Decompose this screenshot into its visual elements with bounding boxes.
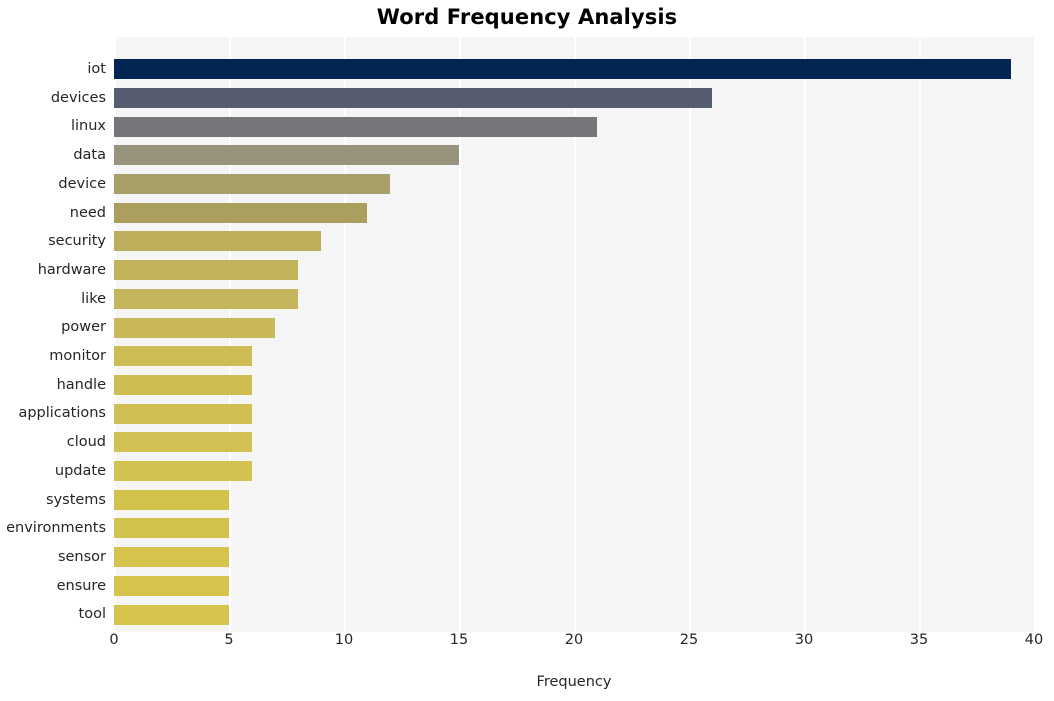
bar-update [114, 461, 252, 482]
y-axis-label-security: security [48, 233, 106, 250]
bar-row [114, 600, 1034, 629]
y-axis-label-devices: devices [50, 89, 106, 106]
y-axis-label-update: update [54, 462, 106, 479]
x-axis-tick-10: 10 [334, 632, 354, 648]
word-frequency-bar-chart: Word Frequency Analysis iot devices linux d… [0, 0, 1054, 701]
bar-sensor [114, 547, 229, 568]
bar-environments [114, 518, 229, 539]
bar-row [114, 342, 1034, 371]
bar-row [114, 428, 1034, 457]
bar-row [114, 84, 1034, 113]
y-axis-label-data: data [73, 147, 106, 164]
x-axis-title: Frequency [536, 674, 612, 690]
x-axis-tick-labels: 0 5 10 15 20 25 30 35 40 [109, 632, 1043, 658]
bar-row [114, 313, 1034, 342]
bar-iot [114, 59, 1011, 80]
y-axis-label-sensor: sensor [57, 548, 106, 565]
bar-row [114, 371, 1034, 400]
y-axis-label-ensure: ensure [56, 577, 106, 594]
bar-applications [114, 403, 252, 424]
y-axis-label-environments: environments [6, 520, 106, 537]
y-axis-label-applications: applications [18, 405, 106, 422]
bar-device [114, 174, 390, 195]
bar-linux [114, 116, 597, 137]
y-axis-label-device: device [58, 175, 106, 192]
x-axis-tick-5: 5 [224, 632, 234, 648]
bar-handle [114, 374, 252, 395]
x-axis-tick-25: 25 [679, 632, 699, 648]
bar-hardware [114, 260, 298, 281]
bar-tool [114, 604, 229, 625]
y-axis-label-handle: handle [56, 376, 106, 393]
bar-row [114, 514, 1034, 543]
x-axis-tick-40: 40 [1024, 632, 1044, 648]
bar-row [114, 227, 1034, 256]
y-axis-category-labels: iot devices linux data device need security har… [0, 37, 106, 632]
bar-row [114, 199, 1034, 228]
bar-row [114, 141, 1034, 170]
plot-area [114, 37, 1034, 632]
bar-row [114, 170, 1034, 199]
bar-row [114, 486, 1034, 515]
x-axis-tick-35: 35 [909, 632, 929, 648]
chart-title: Word Frequency Analysis [376, 5, 678, 29]
bar-systems [114, 489, 229, 510]
bar-row [114, 55, 1034, 84]
y-axis-label-hardware: hardware [37, 261, 106, 278]
bar-row [114, 112, 1034, 141]
y-axis-label-need: need [69, 204, 106, 221]
x-axis-tick-30: 30 [794, 632, 814, 648]
bar-ensure [114, 575, 229, 596]
bar-monitor [114, 346, 252, 367]
y-axis-label-linux: linux [70, 118, 106, 135]
bar-row [114, 572, 1034, 601]
y-axis-label-monitor: monitor [49, 348, 106, 364]
bar-need [114, 202, 367, 223]
y-axis-label-like: like [81, 290, 106, 307]
bar-like [114, 288, 298, 309]
x-axis-tick-0: 0 [109, 632, 119, 648]
x-axis-tick-15: 15 [449, 632, 469, 648]
bar-row [114, 457, 1034, 486]
y-axis-label-iot: iot [87, 61, 106, 77]
y-axis-label-power: power [61, 319, 106, 336]
bar-data [114, 145, 459, 166]
bar-power [114, 317, 275, 338]
bar-row [114, 399, 1034, 428]
y-axis-label-systems: systems [46, 491, 106, 508]
bar-row [114, 256, 1034, 285]
y-axis-label-cloud: cloud [66, 434, 106, 451]
bar-cloud [114, 432, 252, 453]
x-axis-tick-20: 20 [564, 632, 584, 648]
y-axis-label-tool: tool [78, 606, 106, 623]
bar-row [114, 543, 1034, 572]
bar-security [114, 231, 321, 252]
bar-devices [114, 87, 712, 108]
bar-row [114, 285, 1034, 314]
